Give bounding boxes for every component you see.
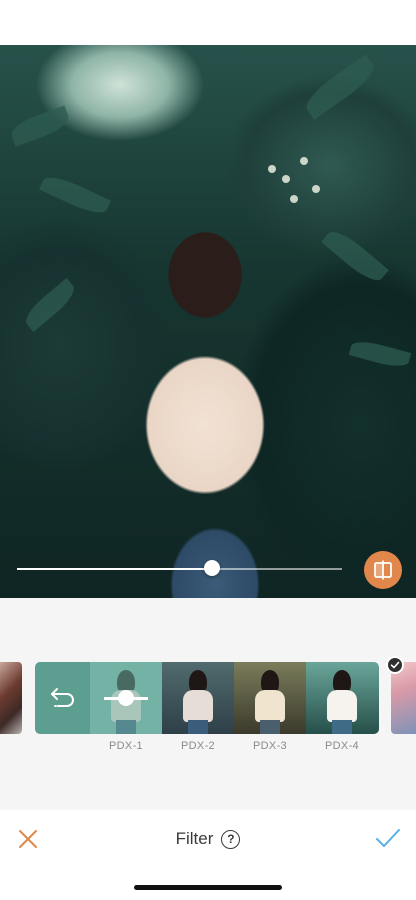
foliage bbox=[300, 54, 380, 120]
filter-thumb-pdx-4[interactable] bbox=[306, 662, 379, 734]
confirm-button[interactable] bbox=[375, 826, 401, 850]
foliage bbox=[8, 105, 72, 147]
intensity-slider-track[interactable] bbox=[17, 568, 342, 570]
foliage bbox=[321, 225, 389, 287]
filter-label-pdx-3: PDX-3 bbox=[253, 740, 287, 752]
thumb-figure bbox=[260, 720, 280, 734]
compare-button[interactable] bbox=[364, 551, 402, 589]
intensity-slider-thumb[interactable] bbox=[204, 560, 220, 576]
thumb-figure bbox=[327, 690, 357, 722]
foliage bbox=[39, 171, 111, 219]
filter-intensity-knob bbox=[118, 690, 134, 706]
thumb-figure bbox=[332, 720, 352, 734]
filter-pack-pdx bbox=[35, 662, 379, 734]
toolbar-title: Filter bbox=[175, 829, 214, 848]
undo-arrow-icon bbox=[50, 688, 74, 707]
filter-pack-back-button[interactable] bbox=[35, 662, 90, 734]
checkmark-icon bbox=[376, 829, 400, 847]
help-icon[interactable]: ? bbox=[221, 829, 241, 849]
filter-screen: PDX-1 PDX-2 PDX-3 PDX-4 Filter ? bbox=[0, 0, 416, 900]
toolbar-title-group: Filter ? bbox=[0, 827, 416, 851]
filter-label-pdx-2: PDX-2 bbox=[181, 740, 215, 752]
flower bbox=[312, 185, 320, 193]
foliage bbox=[348, 337, 412, 371]
filter-label-pdx-1: PDX-1 bbox=[109, 740, 143, 752]
compare-split-icon bbox=[374, 560, 392, 580]
thumb-figure bbox=[188, 720, 208, 734]
home-indicator bbox=[134, 885, 282, 890]
check-icon bbox=[390, 661, 400, 669]
filter-thumb-pdx-3[interactable] bbox=[234, 662, 306, 734]
filter-label-pdx-4: PDX-4 bbox=[325, 740, 359, 752]
thumb-figure bbox=[255, 690, 285, 722]
intensity-slider-fill bbox=[17, 568, 212, 570]
photo-preview[interactable] bbox=[0, 45, 416, 598]
foliage bbox=[20, 278, 80, 332]
flower bbox=[300, 157, 308, 165]
pack-selected-badge bbox=[386, 656, 404, 674]
flower bbox=[282, 175, 290, 183]
filter-thumb-pdx-2[interactable] bbox=[162, 662, 234, 734]
flower bbox=[268, 165, 276, 173]
flower bbox=[290, 195, 298, 203]
thumb-figure bbox=[183, 690, 213, 722]
previous-filter-pack-thumbnail[interactable] bbox=[0, 662, 22, 734]
filter-thumb-pdx-1[interactable] bbox=[90, 662, 162, 734]
